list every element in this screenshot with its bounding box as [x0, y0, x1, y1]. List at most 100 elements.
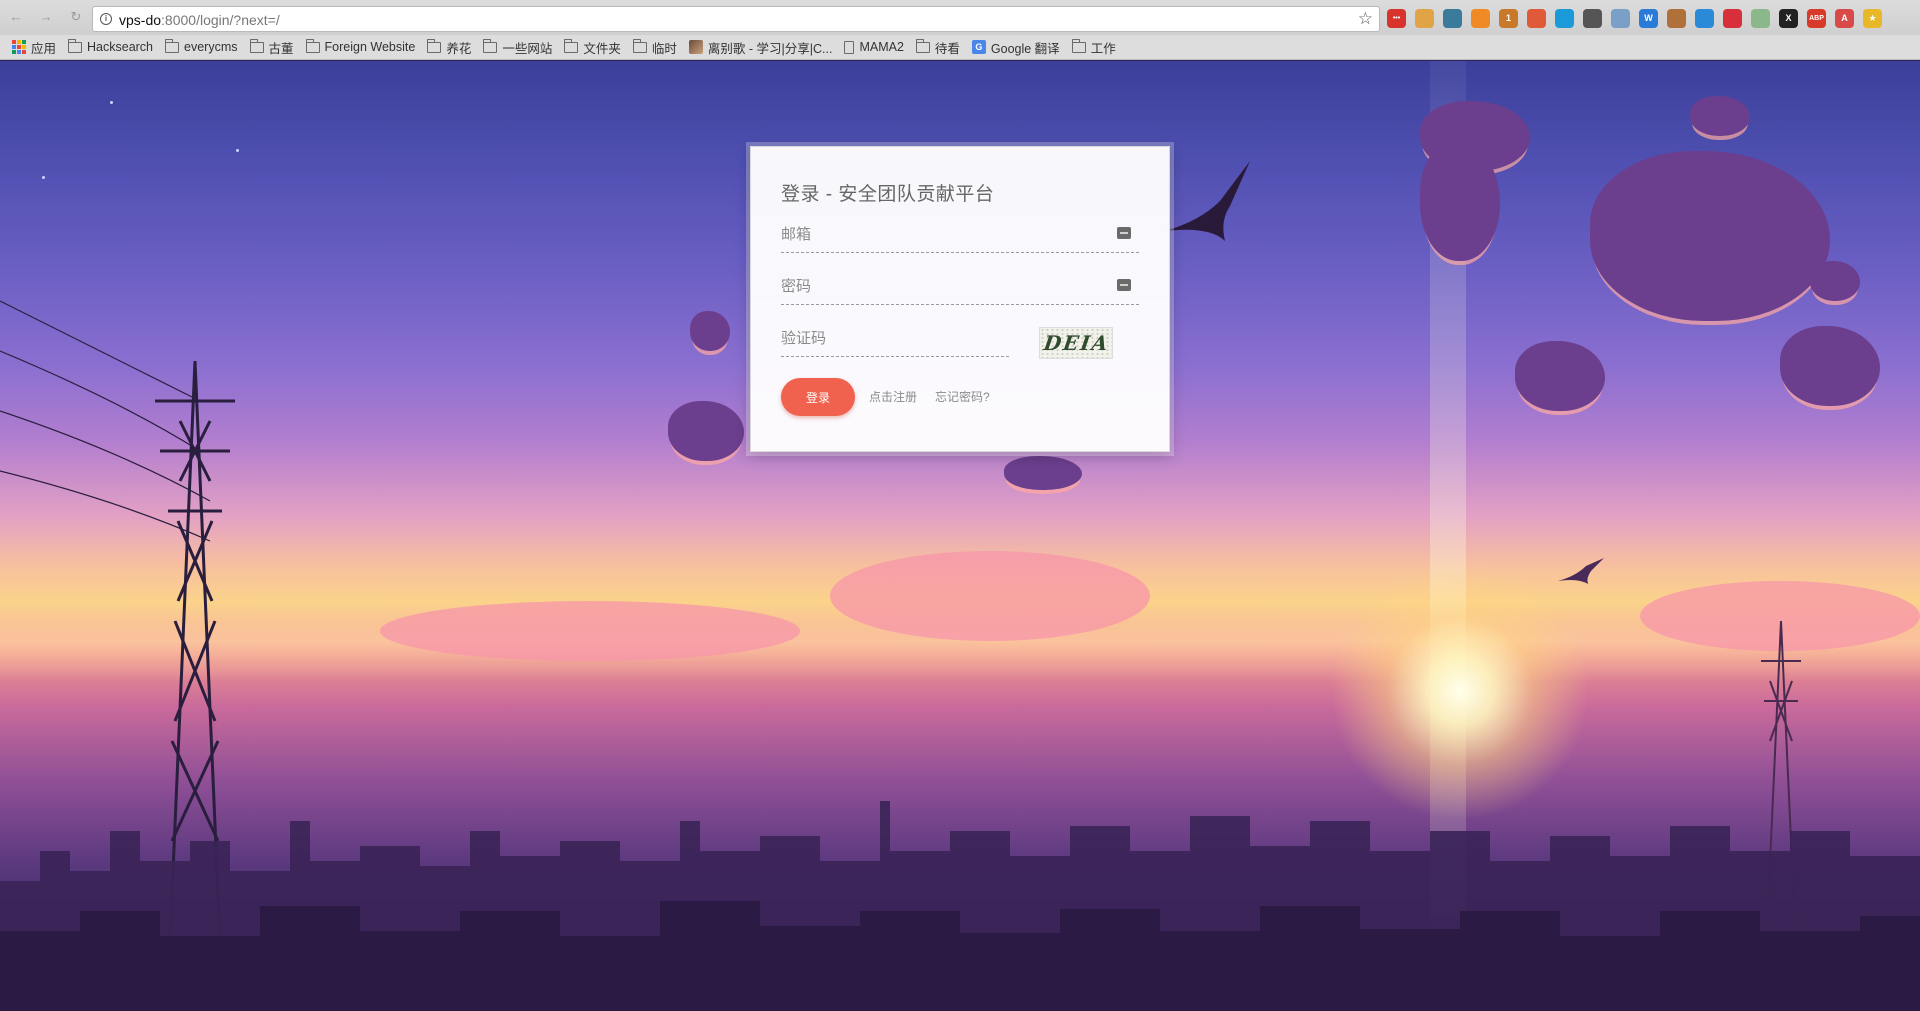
- pink-cloud: [830, 551, 1150, 641]
- bookmark-label: 工作: [1090, 41, 1116, 56]
- favicon-image-icon: [688, 40, 703, 54]
- bookmark-label: 离别歌 - 学习|分享|C...: [707, 41, 833, 56]
- bookmark-label: 一些网站: [502, 41, 553, 56]
- bookmark-label: everycms: [184, 40, 238, 54]
- bookmark-label: 文件夹: [583, 41, 621, 56]
- extension-toolbar: ••• 1 W X ABP A ★: [1387, 8, 1882, 28]
- folder-icon: [632, 39, 647, 53]
- ext-circle-icon[interactable]: [1751, 8, 1770, 28]
- star-dot: [110, 101, 113, 104]
- captcha-input[interactable]: [781, 321, 1009, 355]
- browser-toolbar: ← → ↻ i vps-do:8000/login/?next=/ ☆ ••• 1…: [0, 0, 1920, 35]
- ext-badge-icon[interactable]: 1: [1499, 8, 1518, 28]
- bookmark-item[interactable]: 养花: [427, 38, 471, 57]
- ext-shield-icon[interactable]: [1583, 8, 1602, 28]
- bookmark-item[interactable]: 古董: [249, 38, 294, 57]
- ext-abp-icon[interactable]: ABP: [1807, 8, 1826, 28]
- ext-x-icon[interactable]: X: [1779, 8, 1798, 28]
- bookmark-label: 应用: [31, 41, 57, 56]
- password-input[interactable]: [781, 269, 1139, 303]
- bird: [1558, 558, 1604, 584]
- ext-square-icon[interactable]: [1555, 8, 1574, 28]
- url-text[interactable]: vps-do:8000/login/?next=/: [119, 12, 280, 28]
- folder-icon: [564, 39, 579, 53]
- cloud: [1004, 456, 1082, 490]
- ext-a-icon[interactable]: A: [1835, 8, 1854, 28]
- login-card: 登录 - 安全团队贡献平台 DEIA 登录 点击注册 忘记密码?: [750, 146, 1170, 452]
- login-title: 登录 - 安全团队贡献平台: [781, 184, 995, 205]
- ext-star-icon[interactable]: ★: [1863, 8, 1882, 28]
- bookmark-item[interactable]: everycms: [165, 39, 238, 54]
- bookmark-label: 临时: [651, 41, 677, 56]
- email-input[interactable]: [781, 217, 1139, 251]
- star-dot: [42, 176, 45, 179]
- ext-ruby-icon[interactable]: [1723, 8, 1742, 28]
- bookmarks-bar: 应用 Hacksearch everycms 古董 Foreign Website 养花 一…: [0, 35, 1920, 60]
- login-button[interactable]: 登录: [781, 378, 855, 416]
- city-skyline: [0, 801, 1920, 1011]
- password-field: [781, 269, 1139, 305]
- navigation-buttons: ← → ↻: [8, 9, 84, 25]
- ext-dragon-icon[interactable]: [1443, 8, 1462, 28]
- ext-cookie-icon[interactable]: [1415, 8, 1434, 28]
- captcha-field: [781, 321, 1009, 357]
- captcha-image[interactable]: DEIA: [1039, 327, 1113, 359]
- bookmark-item[interactable]: 文件夹: [564, 38, 621, 57]
- register-link[interactable]: 点击注册: [869, 388, 917, 405]
- address-bar[interactable]: i vps-do:8000/login/?next=/ ☆: [92, 6, 1380, 32]
- bookmark-item[interactable]: G Google 翻译: [971, 38, 1060, 57]
- folder-icon: [305, 39, 320, 53]
- ext-diamond-icon[interactable]: [1695, 8, 1714, 28]
- info-icon[interactable]: i: [100, 13, 112, 25]
- folder-icon: [165, 39, 180, 53]
- pink-cloud: [380, 601, 800, 661]
- folder-icon: [68, 39, 83, 53]
- ext-note-icon[interactable]: [1611, 8, 1630, 28]
- bookmark-label: 古董: [268, 41, 294, 56]
- forward-arrow-icon[interactable]: →: [38, 9, 54, 25]
- folder-icon: [915, 39, 930, 53]
- bookmark-label: 待看: [934, 41, 960, 56]
- page-icon: [844, 40, 855, 54]
- folder-icon: [483, 39, 498, 53]
- bookmark-item[interactable]: Foreign Website: [305, 39, 416, 54]
- email-field: [781, 217, 1139, 253]
- folder-icon: [249, 39, 264, 53]
- cloud: [1515, 341, 1605, 411]
- cloud: [668, 401, 744, 461]
- folder-icon: [427, 39, 442, 53]
- ext-red-dots-icon[interactable]: •••: [1387, 8, 1406, 28]
- bookmark-item[interactable]: 一些网站: [483, 38, 552, 57]
- bookmark-label: Foreign Website: [324, 40, 416, 54]
- cloud: [1590, 151, 1830, 321]
- bookmark-label: Google 翻译: [990, 41, 1060, 56]
- bookmark-item[interactable]: 应用: [12, 38, 56, 57]
- bookmark-item[interactable]: 离别歌 - 学习|分享|C...: [688, 38, 833, 57]
- back-arrow-icon[interactable]: ←: [8, 9, 24, 25]
- ext-rss-icon[interactable]: [1471, 8, 1490, 28]
- ext-weibo-icon[interactable]: [1527, 8, 1546, 28]
- cloud: [1420, 141, 1500, 261]
- bookmark-item[interactable]: MAMA2: [844, 40, 904, 54]
- apps-grid-icon: [12, 40, 26, 54]
- autofill-key-icon[interactable]: [1117, 279, 1131, 291]
- bookmark-item[interactable]: Hacksearch: [68, 39, 154, 54]
- power-lines: [0, 300, 211, 542]
- bird: [1165, 161, 1250, 241]
- bookmark-item[interactable]: 待看: [915, 38, 960, 57]
- folder-icon: [1071, 39, 1086, 53]
- bookmark-label: 养花: [446, 41, 472, 56]
- forgot-password-link[interactable]: 忘记密码?: [935, 388, 990, 405]
- bookmark-label: Hacksearch: [87, 40, 154, 54]
- bookmark-item[interactable]: 临时: [632, 38, 677, 57]
- ext-monkey-icon[interactable]: [1667, 8, 1686, 28]
- autofill-key-icon[interactable]: [1117, 227, 1131, 239]
- captcha-text: DEIA: [1042, 331, 1112, 355]
- reload-icon[interactable]: ↻: [68, 9, 84, 25]
- cloud: [1780, 326, 1880, 406]
- cloud: [690, 311, 730, 351]
- cloud: [1690, 96, 1750, 136]
- bookmark-star-icon[interactable]: ☆: [1358, 9, 1373, 29]
- ext-w-icon[interactable]: W: [1639, 8, 1658, 28]
- bookmark-item[interactable]: 工作: [1071, 38, 1116, 57]
